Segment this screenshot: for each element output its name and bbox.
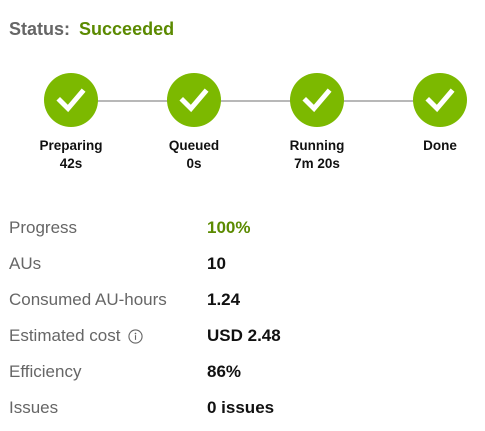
check-icon (413, 73, 467, 127)
check-icon (44, 73, 98, 127)
property-value: 1.24 (207, 290, 241, 309)
step-duration: 42s (59, 156, 83, 171)
property-progress: Progress 100% (9, 210, 479, 246)
property-label: Progress (9, 218, 78, 237)
property-label-wrapper: Estimated cost (9, 326, 207, 346)
info-icon[interactable] (127, 328, 143, 344)
property-value: 10 (207, 254, 226, 273)
property-issues: Issues 0 issues (9, 390, 479, 426)
check-icon (167, 73, 221, 127)
job-summary-panel: Status: Succeeded Preparing 42s Queued 0… (0, 0, 485, 431)
step-queued: Queued 0s (144, 73, 244, 173)
step-label: Queued (168, 138, 220, 153)
property-efficiency: Efficiency 86% (9, 354, 479, 390)
property-value: USD 2.48 (207, 326, 281, 345)
step-preparing: Preparing 42s (21, 73, 121, 173)
step-duration: 0s (186, 156, 202, 171)
property-label: Efficiency (9, 362, 82, 381)
job-progress-steps: Preparing 42s Queued 0s Running 7m 20s D… (0, 0, 485, 190)
property-label: Estimated cost (9, 326, 121, 345)
step-duration: 7m 20s (294, 156, 340, 171)
job-properties: Progress 100% AUs 10 Consumed AU-hours 1… (9, 210, 479, 426)
property-aus: AUs 10 (9, 246, 479, 282)
property-label: Issues (9, 398, 59, 417)
property-value: 86% (207, 362, 242, 381)
property-value: 100% (207, 218, 251, 237)
check-icon (290, 73, 344, 127)
property-label: Consumed AU-hours (9, 290, 167, 309)
step-label: Done (423, 138, 457, 153)
step-done: Done (390, 73, 485, 155)
step-running: Running 7m 20s (267, 73, 367, 173)
property-consumed-au-hours: Consumed AU-hours 1.24 (9, 282, 479, 318)
step-label: Preparing (39, 138, 103, 153)
property-label: AUs (9, 254, 42, 273)
property-value: 0 issues (207, 398, 275, 417)
step-label: Running (289, 138, 345, 153)
property-estimated-cost: Estimated cost USD 2.48 (9, 318, 479, 354)
